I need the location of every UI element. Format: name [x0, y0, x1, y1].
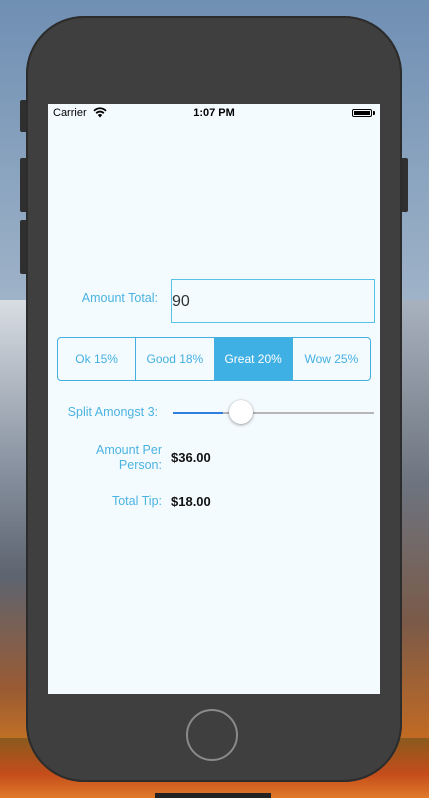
device-screen: Carrier 1:07 PM Amount Total: 90 Ok 15% …	[48, 104, 380, 694]
amount-total-input[interactable]	[171, 279, 375, 323]
dock-bar	[155, 793, 271, 798]
split-label: Split Amongst 3:	[67, 405, 158, 419]
amount-per-person-value: $36.00	[171, 450, 211, 465]
status-bar: Carrier 1:07 PM	[48, 104, 380, 122]
home-button[interactable]	[186, 709, 238, 761]
amount-total-value[interactable]: 90	[172, 293, 190, 311]
tip-option-great[interactable]: Great 20%	[214, 338, 293, 380]
clock: 1:07 PM	[193, 107, 235, 119]
power-button[interactable]	[401, 158, 408, 212]
total-tip-value: $18.00	[171, 494, 211, 509]
battery-cap	[373, 111, 375, 115]
split-slider-fill	[173, 412, 224, 414]
tip-percentage-control[interactable]: Ok 15% Good 18% Great 20% Wow 25%	[57, 337, 371, 381]
tip-option-good[interactable]: Good 18%	[136, 338, 215, 380]
amount-per-person-label: Amount Per Person:	[95, 443, 162, 472]
tip-option-wow[interactable]: Wow 25%	[293, 338, 370, 380]
total-tip-label: Total Tip:	[111, 494, 162, 508]
split-slider-thumb[interactable]	[229, 400, 254, 424]
split-slider-track[interactable]	[173, 412, 374, 414]
tip-option-ok[interactable]: Ok 15%	[58, 338, 137, 380]
amount-total-label: Amount Total:	[81, 291, 158, 305]
battery-icon	[352, 109, 372, 117]
